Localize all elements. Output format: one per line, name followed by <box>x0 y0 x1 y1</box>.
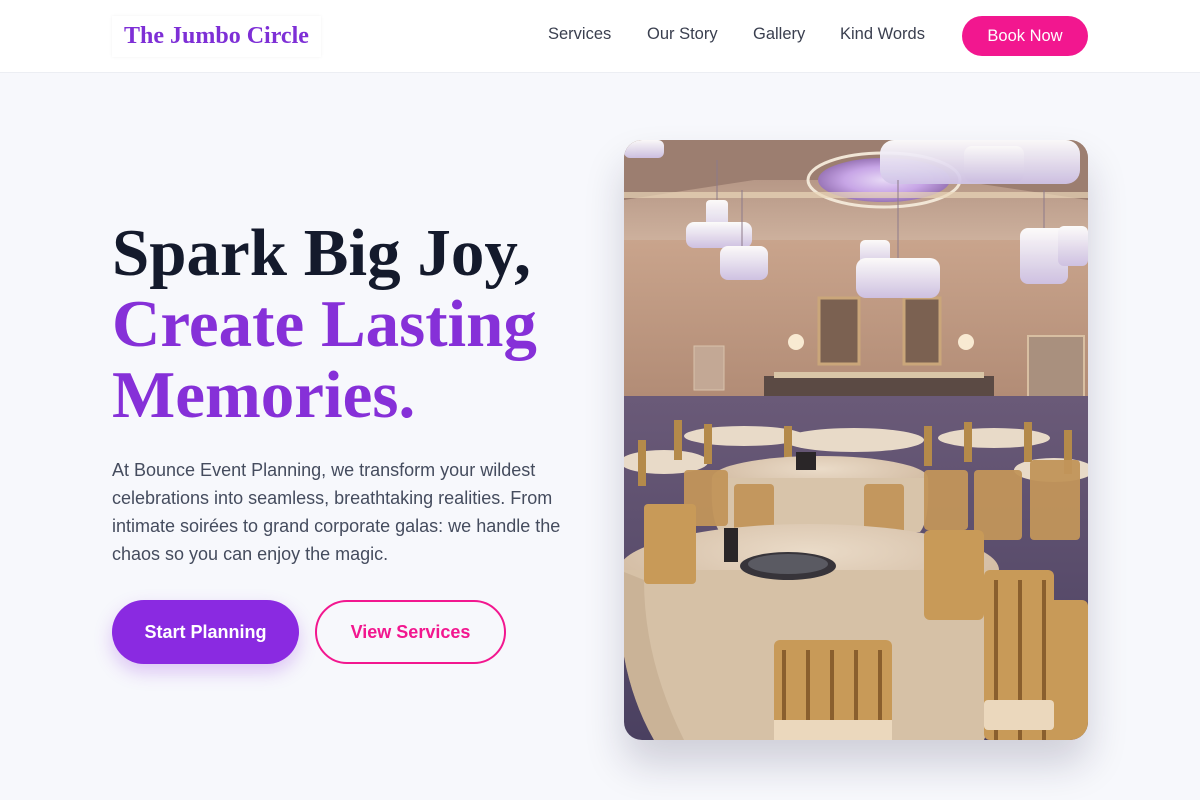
start-planning-button[interactable]: Start Planning <box>112 600 299 664</box>
site-logo[interactable]: The Jumbo Circle <box>112 16 321 57</box>
banquet-hall-illustration <box>624 140 1088 740</box>
book-now-button[interactable]: Book Now <box>962 16 1088 56</box>
view-services-button[interactable]: View Services <box>315 600 506 664</box>
hero-description: At Bounce Event Planning, we transform y… <box>112 460 561 564</box>
nav-kind-words[interactable]: Kind Words <box>840 25 925 44</box>
nav-our-story[interactable]: Our Story <box>647 25 718 44</box>
headline-line-2: Create Lasting <box>112 287 537 361</box>
hero-headline: Spark Big Joy, Create Lasting Memories. <box>112 218 537 431</box>
site-header: The Jumbo Circle Services Our Story Gall… <box>0 0 1200 73</box>
headline-line-1: Spark Big Joy, <box>112 216 531 290</box>
nav-gallery[interactable]: Gallery <box>753 25 805 44</box>
headline-line-3: Memories. <box>112 358 416 432</box>
nav-services[interactable]: Services <box>548 25 611 44</box>
banquet-hall-photo <box>624 140 1088 740</box>
